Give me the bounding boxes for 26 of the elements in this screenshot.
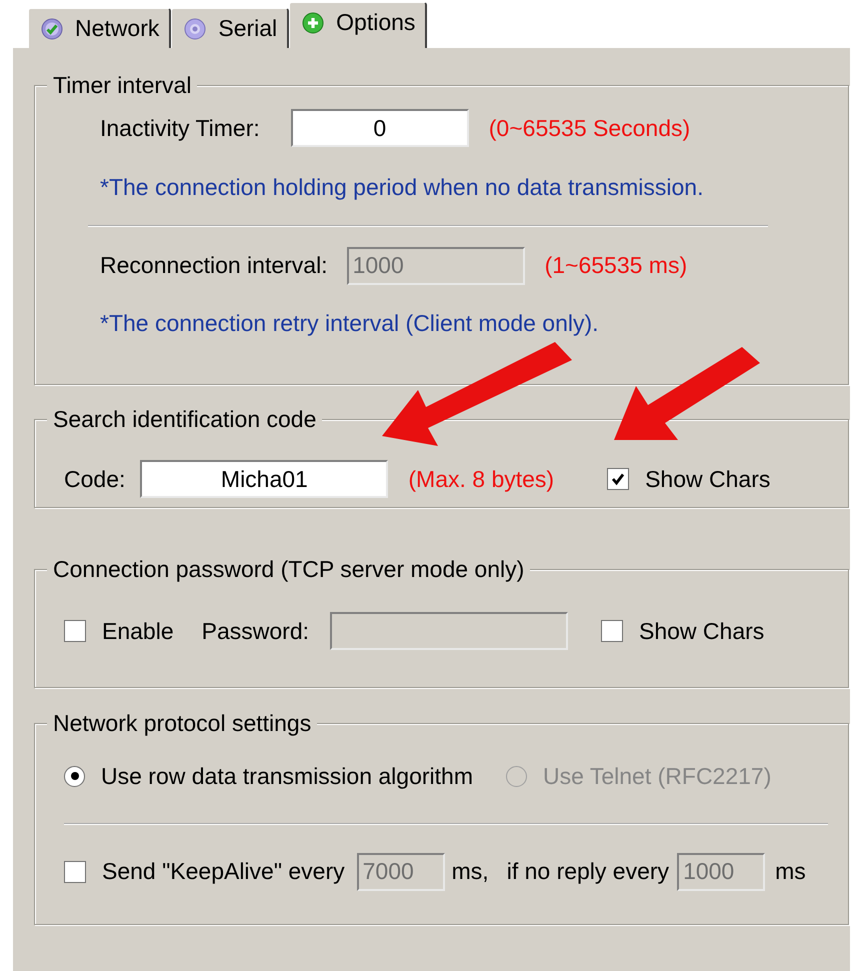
tab[interactable]: Network (28, 8, 172, 48)
ring-icon (184, 18, 206, 40)
help-note: *The connection retry interval (Client mode only). (100, 308, 599, 338)
field-label: Code: (64, 464, 126, 494)
input-field[interactable]: 0 (290, 109, 469, 147)
tab[interactable]: Serial (171, 8, 290, 48)
range-hint: (1~65535 ms) (544, 251, 688, 280)
field-label: ms (775, 857, 806, 886)
range-hint: (Max. 8 bytes) (408, 464, 554, 494)
tab[interactable]: Options (289, 2, 428, 48)
checkmark-icon (611, 472, 626, 486)
field-label: Inactivity Timer: (100, 114, 260, 143)
help-note: *The connection holding period when no data transmission. (100, 173, 704, 202)
range-hint: (0~65535 Seconds) (488, 114, 690, 143)
field-label: Password: (202, 616, 309, 646)
checkbox[interactable]: Show Chars (607, 462, 770, 496)
field-label: ms, (452, 857, 489, 886)
radio-button[interactable]: Use row data transmission algorithm (64, 759, 473, 794)
input-field[interactable]: Micha01 (140, 460, 388, 498)
field-label: Reconnection interval: (100, 251, 328, 280)
plus-icon (302, 12, 324, 34)
checkbox[interactable]: Enable (64, 614, 174, 648)
check-icon (41, 18, 63, 40)
checkbox[interactable]: Show Chars (601, 614, 764, 648)
field-label: if no reply every (506, 857, 670, 886)
checkbox[interactable]: Send "KeepAlive" every (64, 854, 345, 889)
